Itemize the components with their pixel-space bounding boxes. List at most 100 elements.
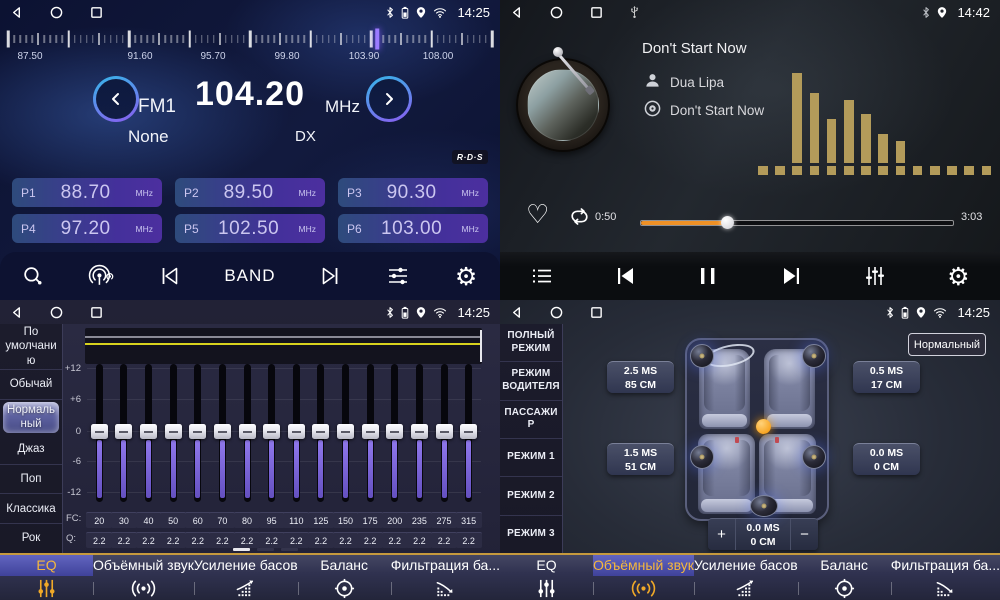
rear-left-delay-button[interactable]: 1.5 MS51 CM xyxy=(607,443,674,475)
sound-profile-button[interactable]: Нормальный xyxy=(908,333,986,356)
slider-handle[interactable] xyxy=(411,424,428,439)
q-value[interactable]: 2.2 xyxy=(136,532,162,548)
seek-down-button[interactable] xyxy=(93,76,139,122)
increase-delay-button[interactable]: + xyxy=(708,519,736,550)
fc-value[interactable]: 70 xyxy=(209,512,235,528)
back-icon[interactable] xyxy=(10,306,23,319)
dx-mode-label[interactable]: DX xyxy=(295,128,316,145)
eq-preset-item[interactable]: По умолчанию xyxy=(0,324,62,370)
preset-button-p2[interactable]: P289.50MHz xyxy=(175,178,325,207)
slider-handle[interactable] xyxy=(214,424,231,439)
progress-knob[interactable] xyxy=(721,216,734,229)
eq-preset-item[interactable]: Джаз xyxy=(0,435,62,465)
rear-right-delay-button[interactable]: 0.0 MS0 CM xyxy=(853,443,920,475)
home-icon[interactable] xyxy=(550,6,563,19)
fc-value[interactable]: 125 xyxy=(308,512,334,528)
listening-mode-item[interactable]: РЕЖИМ ВОДИТЕЛЯ xyxy=(500,362,562,400)
fc-value[interactable]: 20 xyxy=(86,512,112,528)
tab-balance[interactable]: Баланс xyxy=(798,555,891,600)
q-value[interactable]: 2.2 xyxy=(382,532,408,548)
back-icon[interactable] xyxy=(10,6,23,19)
previous-track-button[interactable] xyxy=(603,256,647,296)
preset-button-p1[interactable]: P188.70MHz xyxy=(12,178,162,207)
front-right-delay-button[interactable]: 0.5 MS17 CM xyxy=(853,361,920,393)
q-value[interactable]: 2.2 xyxy=(111,532,137,548)
previous-preset-button[interactable] xyxy=(147,256,191,296)
slider-handle[interactable] xyxy=(140,424,157,439)
scan-search-button[interactable] xyxy=(12,256,56,296)
recents-icon[interactable] xyxy=(590,6,603,19)
fc-value[interactable]: 30 xyxy=(111,512,137,528)
recents-icon[interactable] xyxy=(90,6,103,19)
next-preset-button[interactable] xyxy=(309,256,353,296)
tab-eq[interactable]: EQ xyxy=(0,555,93,600)
settings-button[interactable]: ⚙ xyxy=(936,256,980,296)
fc-value[interactable]: 235 xyxy=(406,512,432,528)
decrease-delay-button[interactable]: − xyxy=(790,519,818,550)
playlist-button[interactable] xyxy=(520,256,564,296)
fc-value[interactable]: 150 xyxy=(333,512,359,528)
tab-bass-boost[interactable]: Усиление басов xyxy=(194,555,298,600)
tab-surround-sound[interactable]: Объёмный звук xyxy=(93,555,194,600)
tab-balance[interactable]: Баланс xyxy=(298,555,391,600)
eq-preset-item[interactable]: Нормальный xyxy=(3,402,59,433)
frequency-dial[interactable] xyxy=(8,28,492,50)
fc-value[interactable]: 110 xyxy=(283,512,309,528)
q-value[interactable]: 2.2 xyxy=(234,532,260,548)
q-value[interactable]: 2.2 xyxy=(185,532,211,548)
slider-handle[interactable] xyxy=(189,424,206,439)
stations-button[interactable] xyxy=(80,256,124,296)
q-value[interactable]: 2.2 xyxy=(160,532,186,548)
eq-preset-item[interactable]: Обычай xyxy=(0,370,62,400)
tab-bass-boost[interactable]: Усиление басов xyxy=(694,555,798,600)
preset-button-p5[interactable]: P5102.50MHz xyxy=(175,214,325,243)
tuner-settings-button[interactable] xyxy=(376,256,420,296)
home-icon[interactable] xyxy=(50,6,63,19)
slider-handle[interactable] xyxy=(386,424,403,439)
seek-up-button[interactable] xyxy=(366,76,412,122)
preset-button-p6[interactable]: P6103.00MHz xyxy=(338,214,488,243)
slider-handle[interactable] xyxy=(312,424,329,439)
fc-value[interactable]: 275 xyxy=(431,512,457,528)
dial-pointer[interactable] xyxy=(375,29,379,50)
fc-value[interactable]: 315 xyxy=(456,512,482,528)
tab-filter[interactable]: Фильтрация ба... xyxy=(891,555,1000,600)
q-value[interactable]: 2.2 xyxy=(308,532,334,548)
slider-handle[interactable] xyxy=(91,424,108,439)
listening-mode-item[interactable]: ПАССАЖИР xyxy=(500,401,562,439)
next-track-button[interactable] xyxy=(770,256,814,296)
slider-handle[interactable] xyxy=(239,424,256,439)
slider-handle[interactable] xyxy=(362,424,379,439)
pause-button[interactable] xyxy=(686,256,730,296)
slider-handle[interactable] xyxy=(436,424,453,439)
q-value[interactable]: 2.2 xyxy=(456,532,482,548)
eq-preset-item[interactable]: Рок xyxy=(0,524,62,553)
slider-handle[interactable] xyxy=(165,424,182,439)
slider-handle[interactable] xyxy=(288,424,305,439)
preset-button-p4[interactable]: P497.20MHz xyxy=(12,214,162,243)
listening-mode-item[interactable]: РЕЖИМ 2 xyxy=(500,477,562,515)
q-value[interactable]: 2.2 xyxy=(333,532,359,548)
q-value[interactable]: 2.2 xyxy=(209,532,235,548)
fc-value[interactable]: 40 xyxy=(136,512,162,528)
q-value[interactable]: 2.2 xyxy=(259,532,285,548)
band-button[interactable]: BAND xyxy=(215,256,285,296)
home-icon[interactable] xyxy=(50,306,63,319)
eq-preset-item[interactable]: Поп xyxy=(0,465,62,495)
back-icon[interactable] xyxy=(510,306,523,319)
fc-value[interactable]: 60 xyxy=(185,512,211,528)
tab-eq[interactable]: EQ xyxy=(500,555,593,600)
fc-value[interactable]: 175 xyxy=(357,512,383,528)
favorite-heart-icon[interactable]: ♡ xyxy=(526,202,549,228)
home-icon[interactable] xyxy=(550,306,563,319)
q-value[interactable]: 2.2 xyxy=(431,532,457,548)
slider-handle[interactable] xyxy=(263,424,280,439)
q-value[interactable]: 2.2 xyxy=(86,532,112,548)
tab-surround-sound[interactable]: Объёмный звук xyxy=(593,555,694,600)
recents-icon[interactable] xyxy=(590,306,603,319)
q-value[interactable]: 2.2 xyxy=(357,532,383,548)
band-label[interactable]: FM1 xyxy=(138,96,176,118)
slider-handle[interactable] xyxy=(337,424,354,439)
settings-button[interactable]: ⚙ xyxy=(444,256,488,296)
listening-mode-item[interactable]: РЕЖИМ 3 xyxy=(500,516,562,553)
